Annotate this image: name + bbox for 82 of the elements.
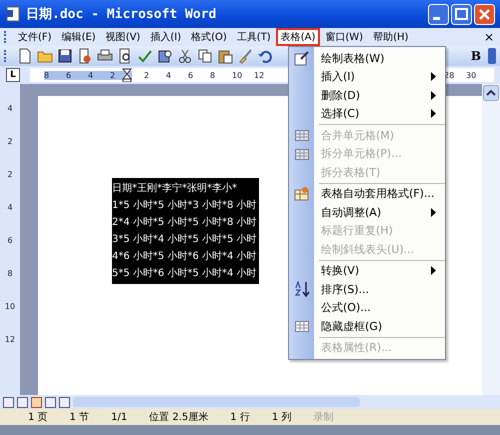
text-line: 日期*王刚*李宁*张明*李小* <box>112 182 238 196</box>
menu-item[interactable]: 视图(V) <box>100 28 146 46</box>
menu-option[interactable]: 排序(S)... <box>289 280 445 298</box>
merge-cells-icon <box>294 127 310 144</box>
menu-option[interactable]: 转换(V) <box>289 262 445 280</box>
maximize-button[interactable] <box>451 4 472 24</box>
paintbrush-icon[interactable] <box>237 48 253 64</box>
menu-option[interactable]: 表格自动套用格式(F)... <box>289 184 445 203</box>
pencil-table-icon <box>294 50 310 66</box>
text-line: 3*5 小时*4 小时*5 小时*5 小时 <box>112 232 257 247</box>
ruler-number: 2 <box>144 70 150 80</box>
ruler-number: 6 <box>66 70 88 80</box>
menu-item[interactable]: 编辑(E) <box>56 28 101 46</box>
menu-option[interactable]: 插入(I) <box>289 68 445 86</box>
ruler-number: 10 <box>232 70 244 80</box>
ruler-number: 6 <box>7 236 13 245</box>
ruler-number: 12 <box>4 335 16 344</box>
ruler-number: 2 <box>7 137 13 146</box>
grip-handle[interactable] <box>4 50 9 62</box>
ruler-number: 30 <box>466 70 478 80</box>
clipboard-icon[interactable] <box>217 48 233 64</box>
outline-view-button[interactable] <box>45 396 56 408</box>
menu-option[interactable]: 自动调整(A) <box>289 203 445 222</box>
text-line: 2*4 小时*5 小时*5 小时*8 小时 <box>112 216 257 230</box>
normal-view-button[interactable] <box>3 396 14 408</box>
window-title: 日期.doc - Microsoft Word <box>26 6 218 23</box>
tab-selector[interactable]: L <box>6 68 20 82</box>
grip-handle[interactable] <box>4 31 9 43</box>
new-document-icon[interactable] <box>17 48 33 64</box>
menu-option[interactable]: 绘制表格(W) <box>289 49 445 68</box>
sort-icon <box>294 281 310 298</box>
text-line: 4*6 小时*5 小时*6 小时*4 小时 <box>112 250 257 264</box>
ruler-number: 4 <box>7 104 13 113</box>
minimize-button[interactable] <box>428 4 449 24</box>
undo-icon[interactable] <box>257 48 273 64</box>
indent-marker-icon[interactable] <box>122 68 132 82</box>
vertical-scrollbar[interactable] <box>482 84 500 395</box>
ruler-number: 8 <box>7 269 13 278</box>
ruler-number: 4 <box>88 70 110 80</box>
menu-option[interactable]: 选择(C) <box>289 104 445 123</box>
bold-button[interactable]: B <box>468 49 484 63</box>
status-item: 录制 <box>313 410 334 424</box>
spelling-check-icon[interactable] <box>137 48 153 64</box>
text-line: 1*5 小时*5 小时*3 小时*8 小时 <box>112 198 257 213</box>
menu-item[interactable]: 工具(T) <box>232 28 276 46</box>
menu-item[interactable]: 表格(A) <box>276 28 320 46</box>
ruler-number: 6 <box>188 70 194 80</box>
web-view-button[interactable] <box>17 396 28 408</box>
menu-item[interactable]: 格式(O) <box>186 28 232 46</box>
menu-item[interactable]: 窗口(W) <box>320 28 368 46</box>
save-icon[interactable] <box>57 48 73 64</box>
status-item: 1 行 <box>230 411 250 424</box>
table-format-icon <box>294 186 310 202</box>
text-line: 5*5 小时*6 小时*5 小时*4 小时 <box>112 266 257 281</box>
ruler-number: 2 <box>7 170 13 179</box>
copy-icon[interactable] <box>197 48 213 64</box>
status-item: 1 列 <box>272 411 292 424</box>
document-icon <box>5 6 21 22</box>
ruler-number: 8 <box>44 70 66 80</box>
ruler-number: 4 <box>166 70 172 80</box>
reading-view-button[interactable] <box>59 396 70 408</box>
menu-option[interactable]: 删除(D) <box>289 86 445 104</box>
status-item: 1 页 <box>28 411 48 424</box>
ruler-number: 12 <box>254 70 266 80</box>
ruler-number: 4 <box>7 203 13 212</box>
grid-icon <box>294 318 310 334</box>
toolbar-options-button[interactable] <box>488 48 496 64</box>
menu-item[interactable]: 帮助(H) <box>368 28 414 46</box>
close-menu-button[interactable]: × <box>484 30 496 44</box>
menu-item[interactable]: 插入(I) <box>145 28 186 46</box>
close-button[interactable] <box>474 4 495 24</box>
status-item: 位置 2.5厘米 <box>149 410 208 424</box>
ruler-number: 10 <box>4 302 16 311</box>
menu-item[interactable]: 文件(F) <box>13 28 57 46</box>
print-view-button[interactable] <box>31 396 42 408</box>
status-item: 1 节 <box>70 410 90 424</box>
scissors-icon[interactable] <box>177 48 193 64</box>
menu-option[interactable]: 公式(O)... <box>289 298 445 317</box>
ruler-number: 8 <box>210 70 216 80</box>
horizontal-scrollbar[interactable] <box>73 397 360 407</box>
menu-option[interactable]: 隐藏虚框(G) <box>289 317 445 336</box>
status-item: 1/1 <box>111 412 128 422</box>
